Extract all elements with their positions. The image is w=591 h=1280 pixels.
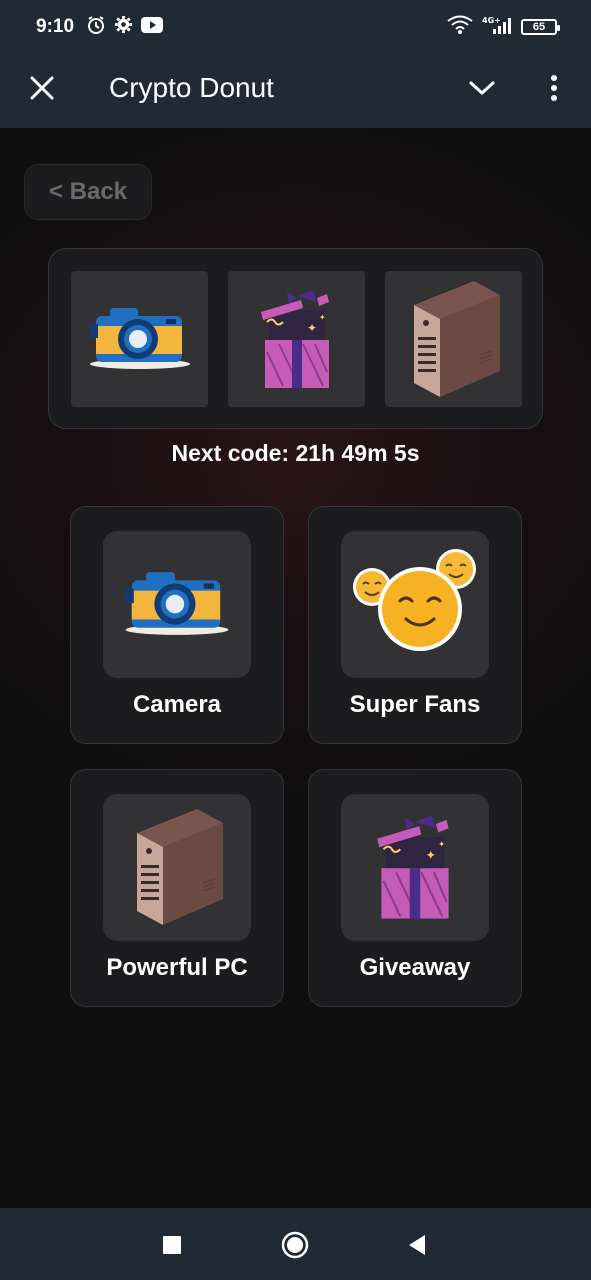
next-code-timer: Next code: 21h 49m 5s xyxy=(171,440,420,466)
card-camera[interactable]: Camera xyxy=(70,506,284,744)
alarm-icon xyxy=(86,15,106,40)
strip-slot-camera[interactable] xyxy=(71,271,208,407)
card-powerful-pc[interactable]: Powerful PC xyxy=(70,769,284,1007)
pc-tower-icon xyxy=(127,801,227,934)
card-image: ✦ ✦ xyxy=(341,794,489,941)
gift-box-icon: ✦ ✦ xyxy=(373,807,457,928)
svg-text:✦: ✦ xyxy=(319,313,326,322)
strip-slot-pc[interactable] xyxy=(385,271,522,407)
back-button[interactable]: < Back xyxy=(24,164,152,220)
wifi-icon xyxy=(447,15,473,40)
svg-text:✦: ✦ xyxy=(438,839,445,849)
card-image xyxy=(103,531,251,678)
svg-text:✦: ✦ xyxy=(307,321,317,335)
signal-icon: 4G+ xyxy=(481,15,513,40)
card-label: Camera xyxy=(132,691,222,718)
app-bar: Crypto Donut xyxy=(0,54,591,128)
back-triangle-icon[interactable] xyxy=(400,1228,434,1262)
card-label: Powerful PC xyxy=(106,954,248,981)
camera-icon xyxy=(88,302,192,377)
reward-strip: ✦ ✦ xyxy=(48,248,543,429)
status-icons-right: 4G+ 65 xyxy=(447,15,560,40)
card-image xyxy=(103,794,251,941)
recents-square-icon[interactable] xyxy=(155,1228,189,1262)
system-nav-bar xyxy=(0,1208,591,1280)
status-bar: 9:10 4G+ 65 xyxy=(0,0,591,54)
strip-slot-gift[interactable]: ✦ ✦ xyxy=(228,271,365,407)
smiley-faces-icon xyxy=(350,547,480,662)
card-super-fans[interactable]: Super Fans xyxy=(308,506,522,744)
card-giveaway[interactable]: ✦ ✦ Giveaway xyxy=(308,769,522,1007)
svg-text:4G+: 4G+ xyxy=(482,16,501,25)
camera-icon xyxy=(122,566,232,643)
app-title: Crypto Donut xyxy=(109,72,274,103)
status-time: 9:10 xyxy=(36,16,75,37)
more-vert-icon[interactable] xyxy=(540,70,568,106)
card-label: Giveaway xyxy=(359,954,471,981)
gift-box-icon: ✦ ✦ xyxy=(257,282,337,397)
chevron-down-icon[interactable] xyxy=(466,72,498,104)
svg-text:✦: ✦ xyxy=(426,848,437,863)
pc-tower-icon xyxy=(404,275,504,404)
battery-icon: 65 xyxy=(521,19,560,35)
close-icon[interactable] xyxy=(26,72,58,104)
settings-icon xyxy=(114,15,133,39)
status-icons-left xyxy=(86,15,164,40)
card-image xyxy=(341,531,489,678)
card-label: Super Fans xyxy=(349,691,481,718)
home-circle-icon[interactable] xyxy=(278,1228,312,1262)
main-content: < Back ✦ ✦ Next code: 21h 49m 5s Camera … xyxy=(0,128,591,1208)
youtube-icon xyxy=(141,16,164,38)
